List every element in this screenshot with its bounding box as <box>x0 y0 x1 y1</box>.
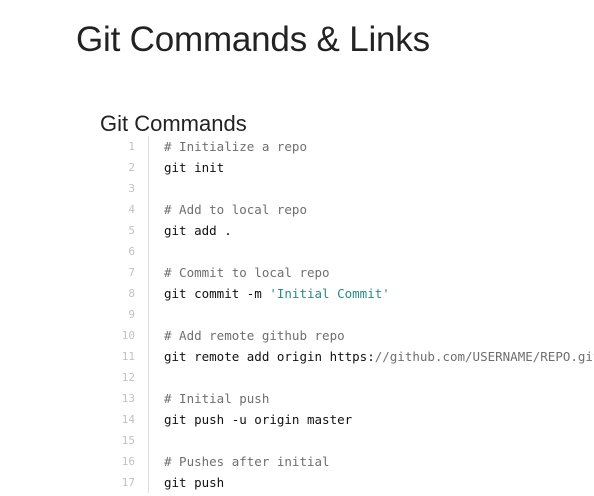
code-line: 4 # Add to local repo <box>116 199 594 220</box>
code-line: 15 <box>116 430 594 451</box>
line-code <box>148 430 594 451</box>
code-text: git add . <box>164 223 232 238</box>
code-line: 6 <box>116 241 594 262</box>
line-number: 16 <box>121 455 135 468</box>
line-number: 7 <box>128 266 135 279</box>
line-code: git push -u origin master <box>148 409 594 430</box>
code-comment: //github.com/USERNAME/REPO.git <box>374 349 594 364</box>
code-line: 1 # Initialize a repo <box>116 136 594 157</box>
code-line: 16 # Pushes after initial <box>116 451 594 472</box>
line-code: git commit -m 'Initial Commit' <box>148 283 594 304</box>
code-text: git init <box>164 160 225 175</box>
line-code <box>148 178 594 199</box>
line-code: # Initial push <box>148 388 594 409</box>
line-code <box>148 241 594 262</box>
code-text: git push <box>164 475 225 490</box>
line-number: 13 <box>121 392 135 405</box>
line-number: 11 <box>121 350 135 363</box>
code-text: git remote add origin https: <box>164 349 375 364</box>
code-line: 5 git add . <box>116 220 594 241</box>
code-line: 10 # Add remote github repo <box>116 325 594 346</box>
line-number: 9 <box>128 308 135 321</box>
code-line: 11 git remote add origin https://github.c… <box>116 346 594 367</box>
line-code: # Pushes after initial <box>148 451 594 472</box>
code-string: 'Initial Commit' <box>269 286 390 301</box>
code-line: 17 git push <box>116 472 594 493</box>
line-number: 6 <box>128 245 135 258</box>
line-code: git remote add origin https://github.com… <box>148 346 594 367</box>
code-block[interactable]: 1 # Initialize a repo 2 git init 3 4 # Add to… <box>116 136 594 493</box>
line-code: # Commit to local repo <box>148 262 594 283</box>
code-comment: # Add remote github repo <box>164 328 345 343</box>
line-number: 10 <box>121 329 135 342</box>
code-comment: # Pushes after initial <box>164 454 330 469</box>
code-line: 8 git commit -m 'Initial Commit' <box>116 283 594 304</box>
line-code <box>148 304 594 325</box>
code-text: git commit -m <box>164 286 270 301</box>
code-line: 2 git init <box>116 157 594 178</box>
code-line: 12 <box>116 367 594 388</box>
line-code: # Add to local repo <box>148 199 594 220</box>
line-number: 15 <box>121 434 135 447</box>
line-number: 17 <box>121 476 135 489</box>
page-title: Git Commands & Links <box>76 20 430 59</box>
code-text: git push -u origin master <box>164 412 353 427</box>
line-code: git push <box>148 472 594 493</box>
line-number: 1 <box>128 140 135 153</box>
line-code: # Initialize a repo <box>148 136 594 157</box>
code-comment: # Commit to local repo <box>164 265 330 280</box>
code-line: 13 # Initial push <box>116 388 594 409</box>
line-code <box>148 367 594 388</box>
line-code: git add . <box>148 220 594 241</box>
code-line: 9 <box>116 304 594 325</box>
line-code: # Add remote github repo <box>148 325 594 346</box>
code-line: 14 git push -u origin master <box>116 409 594 430</box>
line-number: 3 <box>128 182 135 195</box>
code-comment: # Initialize a repo <box>164 139 307 154</box>
line-number: 5 <box>128 224 135 237</box>
code-line: 7 # Commit to local repo <box>116 262 594 283</box>
line-number: 12 <box>121 371 135 384</box>
line-code: git init <box>148 157 594 178</box>
code-line: 3 <box>116 178 594 199</box>
line-number: 8 <box>128 287 135 300</box>
line-number: 14 <box>121 413 135 426</box>
section-title: Git Commands <box>100 111 247 136</box>
line-number: 4 <box>128 203 135 216</box>
code-comment: # Add to local repo <box>164 202 307 217</box>
code-comment: # Initial push <box>164 391 270 406</box>
line-number: 2 <box>128 161 135 174</box>
